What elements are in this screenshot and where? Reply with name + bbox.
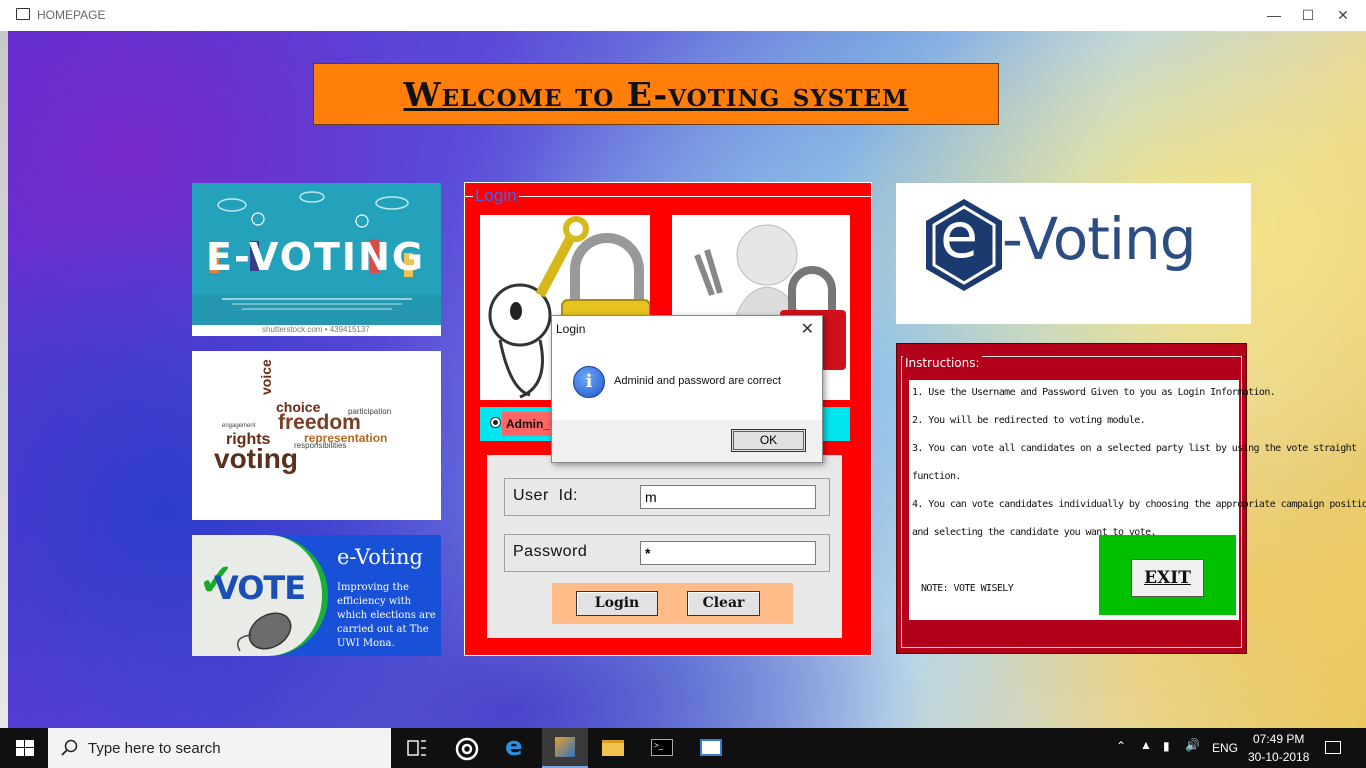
instruction-line-3: 3. You can vote all candidates on a sele… (912, 443, 1357, 454)
windows-start-icon[interactable] (16, 740, 34, 756)
show-hidden-icons[interactable]: ⌃ (1116, 739, 1126, 753)
login-legend: Login (473, 186, 519, 206)
terminal-icon[interactable]: >_ (651, 739, 673, 756)
mouse-icon (237, 612, 292, 652)
welcome-banner: Welcome to E-voting system (313, 63, 999, 125)
java-app-icon (555, 737, 575, 757)
file-explorer-icon[interactable] (602, 740, 624, 756)
vote-banner-vote: VOTE (214, 569, 306, 607)
main-canvas: Welcome to E-voting system E-VOTING shut… (8, 31, 1366, 728)
instructions-body: 1. Use the Username and Password Given t… (909, 380, 1366, 620)
taskbar-search-box[interactable]: Type here to search (48, 728, 391, 768)
dialog-close-icon[interactable]: ✕ (801, 319, 814, 339)
exit-button[interactable]: EXIT (1131, 559, 1204, 597)
action-center-icon[interactable] (1325, 741, 1341, 754)
login-message-dialog: Login ✕ i Adminid and password are corre… (551, 315, 823, 463)
word-cloud-voting: voting (214, 443, 298, 474)
exit-button-area: EXIT (1099, 535, 1236, 615)
password-label: Password (513, 543, 588, 560)
word-cloud-voice: voice (258, 359, 274, 395)
close-window-button[interactable]: ✕ (1320, 0, 1366, 31)
window-titlebar: HOMEPAGE — ☐ ✕ (0, 0, 1366, 32)
evoting-banner-image: E-VOTING shutterstock.com • 439415137 (192, 183, 441, 336)
instructions-panel: Instructions: 1. Use the Username and Pa… (896, 343, 1366, 654)
vote-banner-caption: Improving the efficiency with which elec… (337, 582, 436, 649)
logo-e: e (940, 199, 979, 272)
instruction-note: NOTE: VOTE WISELY (921, 583, 1014, 594)
evoting-logo-image: e -Voting (896, 183, 1251, 324)
instruction-line-1: 1. Use the Username and Password Given t… (912, 387, 1276, 398)
task-view-icon[interactable] (407, 739, 427, 757)
search-placeholder: Type here to search (88, 740, 221, 757)
vote-banner-title: e-Voting (337, 545, 423, 569)
login-form: User Id: m Password * Login Clear (487, 455, 842, 638)
password-group: Password * (504, 534, 830, 572)
word-cloud-participation: participation (348, 407, 392, 416)
logo-text: -Voting (1002, 205, 1197, 273)
instruction-line-4: function. (912, 471, 961, 482)
volume-icon[interactable]: 🔊 (1185, 738, 1200, 752)
clock-time[interactable]: 07:49 PM (1253, 732, 1304, 746)
dialog-ok-button[interactable]: OK (731, 429, 806, 452)
edge-browser-icon[interactable]: e (505, 732, 523, 762)
vote-banner-image: ✓ VOTE e-Voting Improving the efficiency… (192, 535, 441, 656)
login-button-bar: Login Clear (552, 583, 793, 624)
evoting-banner-text: E-VOTING (206, 235, 426, 279)
dialog-titlebar: Login ✕ (552, 316, 822, 343)
user-id-group: User Id: m (504, 478, 830, 516)
search-icon (61, 739, 78, 756)
instruction-line-2: 2. You will be redirected to voting modu… (912, 415, 1146, 426)
network-icon[interactable]: ▲ (1140, 738, 1152, 752)
app-icon (16, 8, 30, 20)
battery-icon[interactable]: ▮ (1163, 739, 1170, 753)
window-title: HOMEPAGE (37, 8, 106, 22)
active-app-icon[interactable] (542, 728, 588, 768)
dialog-body: i Adminid and password are correct (552, 343, 822, 420)
user-id-label: User Id: (513, 487, 578, 504)
password-input[interactable]: * (640, 541, 816, 565)
media-app-icon[interactable] (455, 737, 479, 761)
word-cloud-image: choice freedom representation rights vot… (192, 351, 441, 520)
dialog-message: Adminid and password are correct (614, 375, 781, 387)
login-panel-top-border (465, 183, 871, 197)
evoting-banner-credit: shutterstock.com • 439415137 (262, 325, 370, 334)
instruction-line-5: 4. You can vote candidates individually … (912, 499, 1366, 510)
page-title: Welcome to E-voting system (403, 74, 909, 114)
login-button[interactable]: Login (576, 591, 658, 616)
window-app-icon[interactable] (700, 739, 722, 756)
instructions-legend: Instructions: (903, 356, 982, 370)
user-id-input[interactable]: m (640, 485, 816, 509)
dialog-title: Login (556, 322, 586, 336)
clear-button[interactable]: Clear (687, 591, 760, 616)
word-cloud-engagement: engagement (222, 423, 256, 429)
word-cloud-responsibilities: responsibilities (294, 441, 347, 450)
language-indicator[interactable]: ENG (1212, 741, 1238, 755)
radio-admin[interactable] (490, 417, 501, 428)
clock-date[interactable]: 30-10-2018 (1248, 750, 1309, 764)
taskbar: Type here to search e >_ ⌃ ▲ ▮ 🔊 ENG 07:… (0, 728, 1366, 768)
info-icon: i (573, 366, 605, 398)
